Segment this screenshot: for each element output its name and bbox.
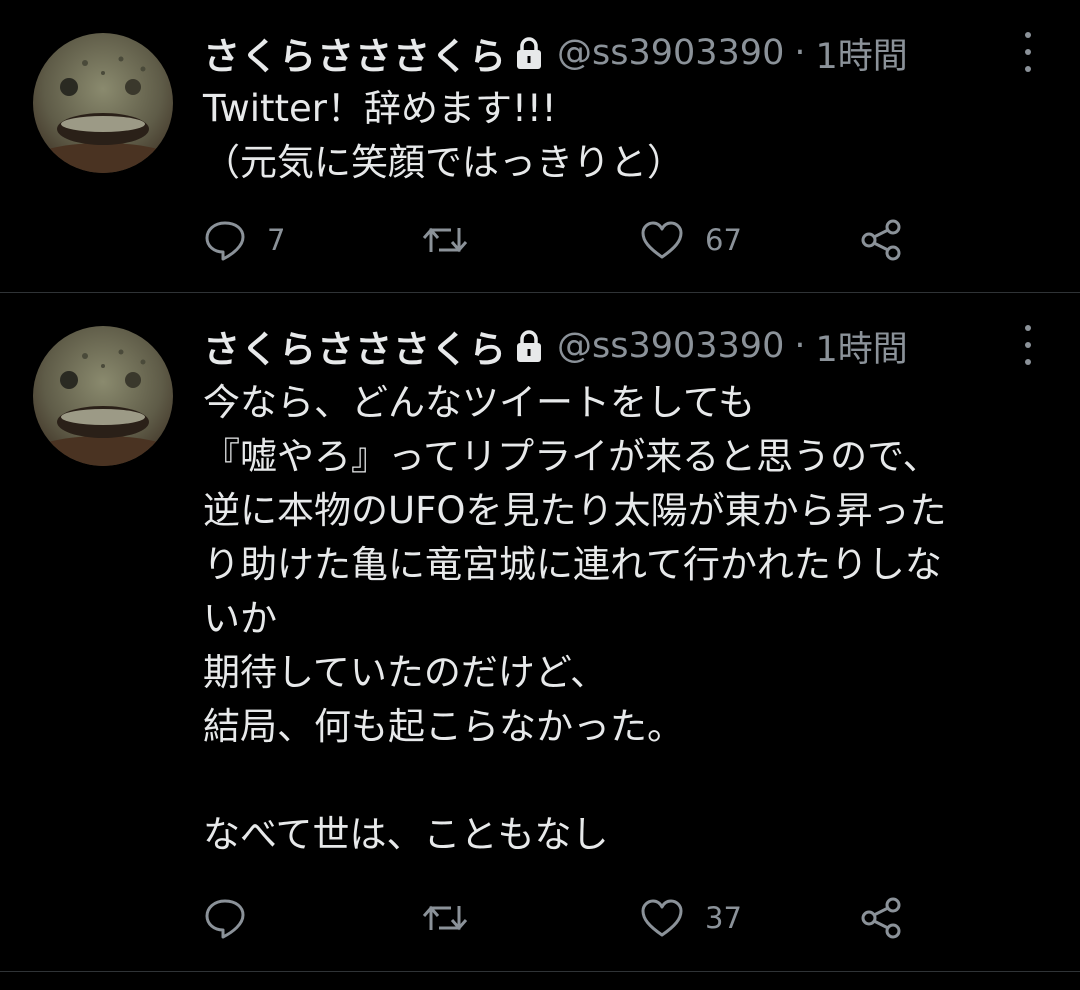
like-count: 67 xyxy=(705,223,742,257)
tweet-text-line: Twitter！辞めます!!! xyxy=(203,87,557,130)
like-icon xyxy=(641,899,683,937)
tweet-divider xyxy=(0,971,1080,972)
tweet-text-line: 『嘘やろ』ってリプライが来ると思うので、 xyxy=(203,435,940,478)
reply-icon xyxy=(205,899,245,939)
like-icon xyxy=(641,221,683,259)
tweet-text-line: なべて世は、こともなし xyxy=(203,813,609,856)
avatar[interactable] xyxy=(33,33,173,173)
display-name[interactable]: さくらさささくら xyxy=(203,26,507,80)
lock-icon xyxy=(513,36,545,70)
handle[interactable]: @ss3903390 xyxy=(557,33,784,73)
tweet-header: さくらさささくら @ss3903390 · 1時間 xyxy=(203,321,963,371)
action-bar: 7 67 xyxy=(203,215,923,265)
like-button[interactable]: 37 xyxy=(639,893,742,943)
reply-icon xyxy=(205,221,245,261)
tweet-text-line: いか xyxy=(203,597,277,640)
tweet-text-line: 今なら、どんなツイートをしても xyxy=(203,381,756,424)
more-icon[interactable] xyxy=(1016,32,1040,72)
tweet-text-line: 期待していたのだけど、 xyxy=(203,651,608,694)
like-button[interactable]: 67 xyxy=(639,215,742,265)
retweet-button[interactable] xyxy=(421,893,489,943)
like-count: 37 xyxy=(705,901,742,935)
lock-icon xyxy=(513,329,545,363)
more-icon[interactable] xyxy=(1016,325,1040,365)
tweet[interactable]: さくらさささくら @ss3903390 · 1時間 Twitter！辞めます!!… xyxy=(0,0,1080,292)
tweet-text-line: （元気に笑顔ではっきりと） xyxy=(203,141,684,184)
timestamp[interactable]: 1時間 xyxy=(816,321,908,372)
share-button[interactable] xyxy=(858,893,904,943)
retweet-icon xyxy=(422,227,468,253)
tweet[interactable]: さくらさささくら @ss3903390 · 1時間 今なら、どんなツイートをして… xyxy=(0,293,1080,971)
retweet-icon xyxy=(422,905,468,931)
share-icon xyxy=(861,897,901,939)
display-name[interactable]: さくらさささくら xyxy=(203,319,507,373)
action-bar: 37 xyxy=(203,893,923,943)
reply-button[interactable] xyxy=(203,893,267,943)
reply-button[interactable]: 7 xyxy=(203,215,285,265)
share-button[interactable] xyxy=(858,215,904,265)
share-icon xyxy=(861,219,901,261)
handle[interactable]: @ss3903390 xyxy=(557,326,784,366)
retweet-button[interactable] xyxy=(421,215,489,265)
tweet-text-line: り助けた亀に竜宮城に連れて行かれたりしな xyxy=(203,543,942,586)
tweet-text-line: 逆に本物のUFOを見たり太陽が東から昇った xyxy=(203,489,947,532)
tweet-text-line: 結局、何も起こらなかった。 xyxy=(203,705,684,748)
separator-dot: · xyxy=(794,33,806,73)
tweet-header: さくらさささくら @ss3903390 · 1時間 xyxy=(203,28,963,78)
tweet-text: Twitter！辞めます!!! （元気に笑顔ではっきりと） xyxy=(203,82,1053,190)
tweet-text: 今なら、どんなツイートをしても 『嘘やろ』ってリプライが来ると思うので、 逆に本… xyxy=(203,376,1053,862)
reply-count: 7 xyxy=(267,223,286,257)
separator-dot: · xyxy=(794,326,806,366)
timestamp[interactable]: 1時間 xyxy=(816,28,908,79)
avatar[interactable] xyxy=(33,326,173,466)
